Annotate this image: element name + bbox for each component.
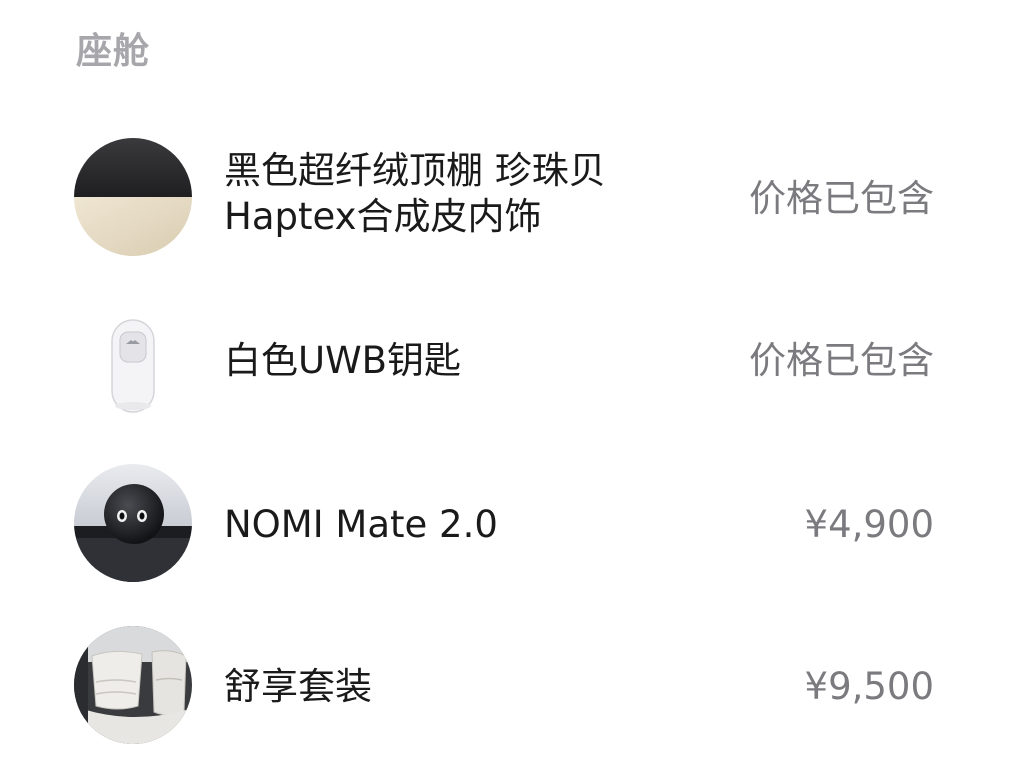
uwb-key-image	[74, 310, 192, 428]
nomi-mate-image	[74, 464, 192, 582]
item-price: ¥9,500	[804, 665, 934, 708]
interior-swatch-image	[74, 138, 192, 256]
item-price: 价格已包含	[749, 177, 934, 220]
item-price: ¥4,900	[804, 503, 934, 546]
section-title: 座舱	[76, 31, 151, 72]
item-name: NOMI Mate 2.0	[224, 503, 498, 546]
item-name: 黑色超纤绒顶棚 珍珠贝 Haptex合成皮内饰	[224, 149, 606, 238]
item-name: 舒享套装	[224, 665, 372, 708]
item-price: 价格已包含	[749, 339, 934, 382]
comfort-seats-image	[74, 626, 192, 744]
item-name: 白色UWB钥匙	[224, 339, 462, 382]
